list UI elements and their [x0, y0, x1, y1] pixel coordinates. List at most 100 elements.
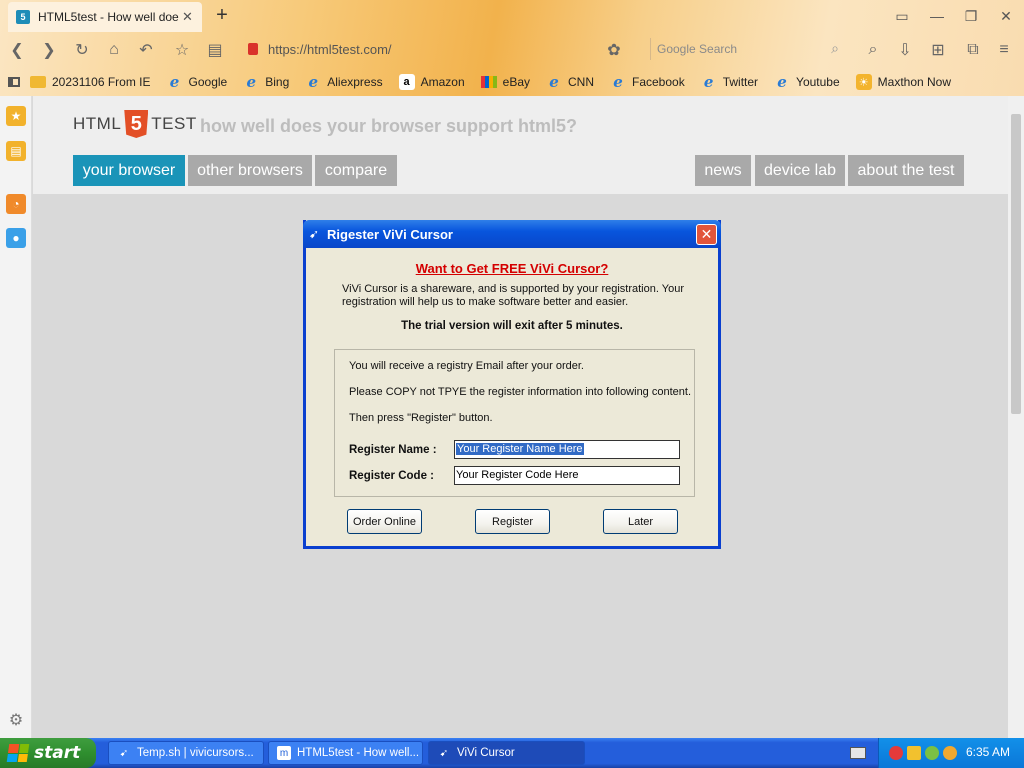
- bookmark-label: Twitter: [722, 75, 759, 89]
- sidebar-toggle-icon[interactable]: [8, 77, 20, 87]
- bookmark-bing[interactable]: e Bing: [243, 73, 290, 91]
- bookmark-label: 20231106 From IE: [52, 75, 151, 89]
- tab-close-icon[interactable]: ✕: [182, 9, 193, 25]
- search-input[interactable]: Google Search ⌕: [650, 38, 845, 60]
- taskbar-item-temp[interactable]: ➹ Temp.sh | vivicursors...: [108, 741, 264, 765]
- shield-icon[interactable]: [907, 746, 921, 760]
- bookmark-label: Bing: [265, 75, 290, 89]
- nav-compare[interactable]: compare: [315, 155, 397, 186]
- start-button[interactable]: start: [0, 738, 96, 768]
- minimize-button[interactable]: —: [927, 6, 947, 26]
- reload-icon[interactable]: ↻: [71, 39, 93, 61]
- nav-about-the-test[interactable]: about the test: [848, 155, 964, 186]
- windows-logo-icon: [6, 744, 30, 762]
- back-icon[interactable]: ❮: [6, 39, 28, 61]
- bookmark-twitter[interactable]: e Twitter: [701, 73, 759, 91]
- dialog-close-button[interactable]: ✕: [696, 224, 717, 245]
- taskbar-item-label: HTML5test - How well...: [297, 747, 420, 759]
- restore-button[interactable]: ❐: [961, 6, 981, 26]
- bookmark-label: Aliexpress: [327, 75, 383, 89]
- taskbar-item-vivi-cursor[interactable]: ➹ ViVi Cursor: [428, 741, 585, 765]
- browser-chrome: 5 HTML5test - How well doe ✕ + ▭ — ❐ ✕ ❮…: [0, 0, 1024, 96]
- keyboard-icon[interactable]: [850, 747, 866, 759]
- page-header: HTML 5 TEST how well does your browser s…: [33, 96, 1008, 194]
- register-button[interactable]: Register: [475, 509, 550, 534]
- nav-your-browser[interactable]: your browser: [73, 155, 185, 186]
- cursor-app-icon: ➹: [439, 747, 449, 759]
- dialog-title: Rigester ViVi Cursor: [327, 227, 453, 242]
- reader-icon[interactable]: ▤: [204, 39, 226, 61]
- dialog-headline-link[interactable]: Want to Get FREE ViVi Cursor?: [306, 261, 718, 276]
- search-engine-icon[interactable]: ⌕: [862, 39, 884, 61]
- register-name-value: Your Register Name Here: [456, 443, 584, 455]
- bookmark-ebay[interactable]: eBay: [480, 75, 530, 89]
- address-bar[interactable]: https://html5test.com/: [268, 42, 392, 57]
- bookmark-maxthon[interactable]: ☀ Maxthon Now: [855, 74, 951, 90]
- bookmark-folder[interactable]: 20231106 From IE: [30, 75, 151, 89]
- resource-sniffer-icon[interactable]: ✿: [603, 39, 625, 61]
- dialog-description: ViVi Cursor is a shareware, and is suppo…: [342, 283, 684, 308]
- search-placeholder: Google Search: [657, 42, 738, 56]
- close-window-button[interactable]: ✕: [996, 6, 1016, 26]
- favorite-star-icon[interactable]: ☆: [171, 39, 193, 61]
- sidebar-layout-icon[interactable]: ▭: [892, 6, 912, 26]
- extensions-icon[interactable]: ⊞: [927, 39, 949, 61]
- download-icon[interactable]: ⇩: [894, 39, 916, 61]
- page-scrollbar[interactable]: [1008, 96, 1024, 738]
- info-line: Then press "Register" button.: [349, 412, 493, 424]
- favorites-star-icon[interactable]: ★: [6, 106, 26, 126]
- system-tray: 6:35 AM: [878, 738, 1024, 768]
- nav-other-browsers[interactable]: other browsers: [188, 155, 312, 186]
- antivirus-icon[interactable]: [889, 746, 903, 760]
- register-name-input[interactable]: Your Register Name Here: [454, 440, 680, 459]
- taskbar-item-label: Temp.sh | vivicursors...: [137, 747, 254, 759]
- register-code-label: Register Code :: [349, 470, 434, 482]
- dialog-titlebar[interactable]: ➹ Rigester ViVi Cursor ✕: [303, 220, 721, 248]
- register-code-input[interactable]: Your Register Code Here: [454, 466, 680, 485]
- undo-close-icon[interactable]: ↶: [135, 39, 157, 61]
- trial-notice: The trial version will exit after 5 minu…: [401, 320, 623, 332]
- bookmark-cnn[interactable]: e CNN: [546, 73, 594, 91]
- rss-icon[interactable]: ◔: [6, 194, 26, 214]
- bookmark-label: Amazon: [420, 75, 465, 89]
- ie-icon: e: [308, 73, 319, 91]
- html5-favicon-icon: 5: [16, 10, 30, 24]
- taskbar-item-label: ViVi Cursor: [457, 747, 515, 759]
- start-label: start: [34, 743, 81, 763]
- bookmark-facebook[interactable]: e Facebook: [610, 73, 685, 91]
- bookmark-label: CNN: [568, 75, 594, 89]
- tagline: how well does your browser support html5…: [200, 116, 578, 136]
- search-icon[interactable]: ⌕: [831, 40, 839, 57]
- settings-gear-icon[interactable]: ⚙: [6, 710, 26, 730]
- home-icon[interactable]: ⌂: [103, 39, 125, 61]
- windows-taskbar: start ➹ Temp.sh | vivicursors... m HTML5te…: [0, 738, 1024, 768]
- info-line: Please COPY not TPYE the register inform…: [349, 386, 691, 398]
- bookmark-youtube[interactable]: e Youtube: [774, 73, 839, 91]
- nav-news[interactable]: news: [695, 155, 751, 186]
- bookmark-amazon[interactable]: a Amazon: [398, 74, 465, 90]
- bookmark-label: eBay: [502, 75, 530, 89]
- bookmark-label: Facebook: [632, 75, 685, 89]
- ie-icon: e: [777, 73, 787, 91]
- scrollbar-thumb[interactable]: [1011, 114, 1021, 414]
- later-button[interactable]: Later: [603, 509, 678, 534]
- nav-device-lab[interactable]: device lab: [755, 155, 845, 186]
- browser-tab[interactable]: 5 HTML5test - How well doe ✕: [8, 2, 202, 32]
- notes-icon[interactable]: ▤: [6, 141, 26, 161]
- menu-icon[interactable]: ≡: [993, 39, 1015, 61]
- bookmark-google[interactable]: e Google: [167, 73, 227, 91]
- bookmark-aliexpress[interactable]: e Aliexpress: [305, 73, 383, 91]
- apps-icon[interactable]: ⧉: [962, 39, 984, 61]
- search-tray-icon[interactable]: [943, 746, 957, 760]
- folder-icon: [30, 76, 46, 88]
- lock-icon: [248, 43, 258, 55]
- html5test-logo[interactable]: HTML 5 TEST: [73, 110, 197, 138]
- forward-icon[interactable]: ❯: [38, 39, 60, 61]
- registration-group: You will receive a registry Email after …: [334, 349, 695, 497]
- taskbar-item-html5test[interactable]: m HTML5test - How well...: [268, 741, 423, 765]
- register-dialog: ➹ Rigester ViVi Cursor ✕ Want to Get FRE…: [303, 220, 721, 549]
- chat-icon[interactable]: ●: [6, 228, 26, 248]
- network-icon[interactable]: [925, 746, 939, 760]
- order-online-button[interactable]: Order Online: [347, 509, 422, 534]
- new-tab-button[interactable]: +: [212, 4, 232, 27]
